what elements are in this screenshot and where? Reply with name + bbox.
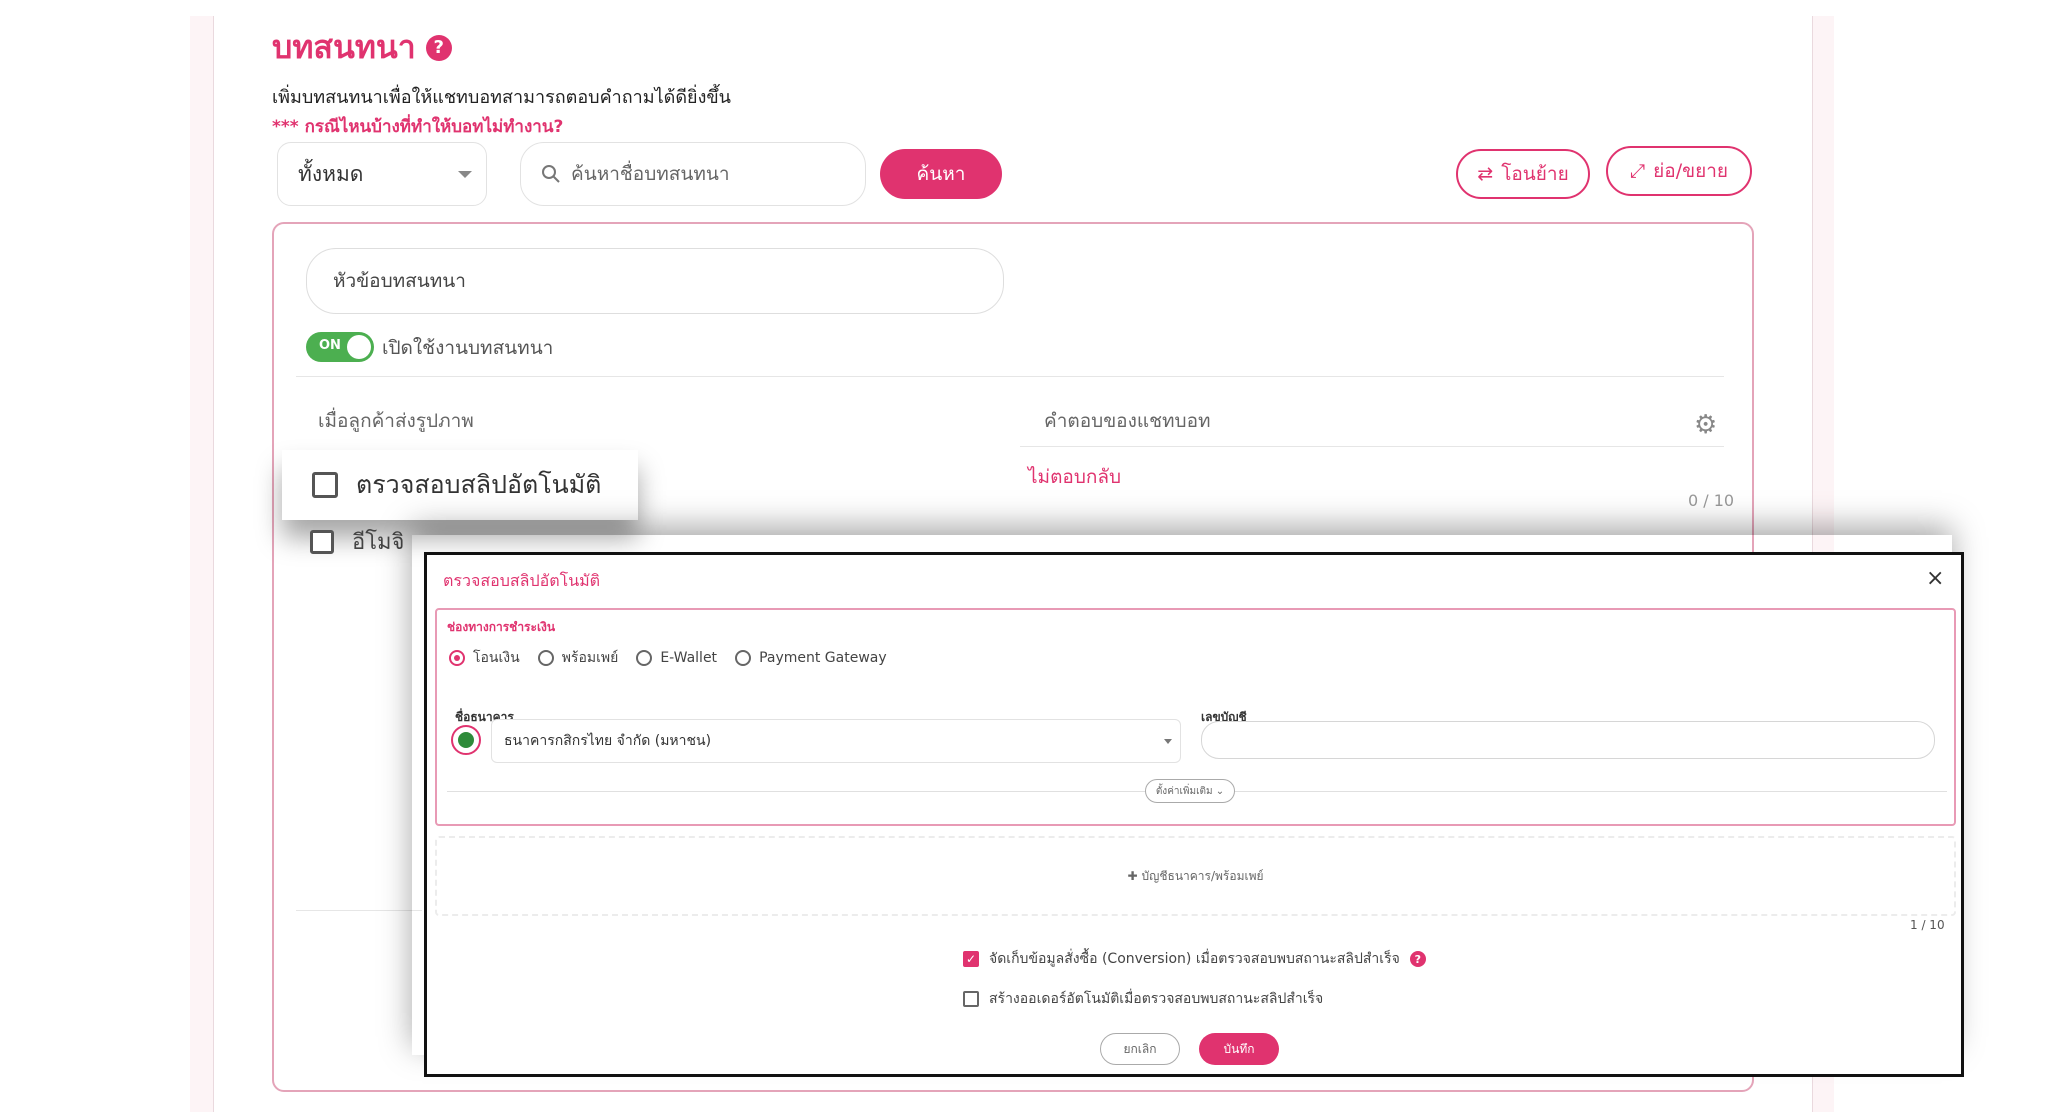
close-icon[interactable]: × (1926, 568, 1944, 590)
radio-icon[interactable] (537, 650, 554, 666)
filter-select-value: ทั้งหมด (298, 161, 364, 186)
payment-option-label: Payment Gateway (759, 650, 887, 666)
account-counter: 1 / 10 (1910, 918, 1945, 932)
trigger-column-header: เมื่อลูกค้าส่งรูปภาพ (318, 410, 474, 432)
left-page-strip (190, 16, 214, 1112)
cancel-button[interactable]: ยกเลิก (1100, 1033, 1180, 1065)
conversion-option[interactable]: ✓ จัดเก็บข้อมูลสั่งซื้อ (Conversion) เมื… (963, 948, 1426, 970)
bottom-divider (296, 910, 422, 911)
payment-option-label: E-Wallet (660, 650, 718, 666)
account-number-input[interactable] (1201, 721, 1935, 759)
emoji-label: อีโมจิ (352, 530, 405, 555)
add-account-label: บัญชีธนาคาร/พร้อมเพย์ (1141, 868, 1264, 883)
payment-option-promptpay[interactable]: พร้อมเพย์ (537, 647, 619, 669)
search-icon (542, 165, 560, 183)
bank-select-value: ธนาคารกสิกรไทย จำกัด (มหาชน) (504, 733, 712, 749)
toggle-state-label: ON (319, 338, 341, 353)
payment-option-label: พร้อมเพย์ (561, 650, 619, 666)
payment-option-transfer[interactable]: โอนเงิน (449, 647, 520, 669)
divider (296, 376, 1724, 377)
search-input[interactable]: ค้นหาชื่อบทสนทนา (520, 142, 866, 206)
chevron-down-icon (1164, 739, 1172, 744)
search-button[interactable]: ค้นหา (880, 149, 1002, 199)
resize-button-label: ย่อ/ขยาย (1653, 160, 1729, 182)
gear-icon[interactable]: ⚙ (1694, 412, 1717, 438)
resize-button[interactable]: ⤢ ย่อ/ขยาย (1606, 146, 1752, 196)
page-subtitle: เพิ่มบทสนทนาเพื่อให้แชทบอทสามารถตอบคำถาม… (272, 87, 731, 108)
payment-option-label: โอนเงิน (473, 650, 520, 666)
response-counter: 0 / 10 (1688, 491, 1735, 510)
move-button-label: โอนย้าย (1501, 163, 1569, 185)
add-account-button[interactable]: ✚ บัญชีธนาคาร/พร้อมเพย์ (435, 836, 1956, 916)
no-reply-text: ไม่ตอบกลับ (1028, 466, 1122, 488)
slip-check-label: ตรวจสอบสลิปอัตโนมัติ (356, 470, 602, 499)
payment-channel-label: ช่องทางการชำระเงิน (447, 620, 556, 634)
topic-input[interactable]: หัวข้อบทสนทนา (306, 248, 1004, 314)
response-column-header: คำตอบของแชทบอท (1044, 410, 1211, 432)
move-button[interactable]: ⇄ โอนย้าย (1456, 149, 1590, 199)
payment-options: โอนเงิน พร้อมเพย์ E-Wallet Payment Gatew… (449, 647, 887, 669)
checkbox-icon[interactable]: ✓ (963, 951, 979, 967)
chevron-down-icon (458, 171, 472, 178)
page-title: บทสนทนา ? (272, 22, 452, 73)
dialog-title: ตรวจสอบสลิปอัตโนมัติ (443, 571, 601, 590)
enable-conversation-toggle[interactable]: ON (306, 332, 374, 362)
conversion-option-label: จัดเก็บข้อมูลสั่งซื้อ (Conversion) เมื่อ… (989, 951, 1400, 967)
checkbox-icon[interactable] (310, 529, 334, 554)
radio-icon[interactable] (735, 650, 752, 666)
help-icon[interactable]: ? (425, 34, 452, 61)
slip-check-dialog: ตรวจสอบสลิปอัตโนมัติ × ช่องทางการชำระเงิ… (424, 552, 1964, 1077)
search-placeholder: ค้นหาชื่อบทสนทนา (571, 163, 730, 185)
auto-order-option[interactable]: สร้างออเดอร์อัตโนมัติเมื่อตรวจสอบพบสถานะ… (963, 988, 1323, 1010)
toggle-knob (347, 335, 371, 359)
emoji-option[interactable]: อีโมจิ (310, 524, 404, 559)
radio-icon[interactable] (449, 650, 465, 666)
save-button[interactable]: บันทึก (1199, 1033, 1279, 1065)
toggle-label: เปิดใช้งานบทสนทนา (382, 337, 554, 359)
more-settings-button[interactable]: ตั้งค่าเพิ่มเติม ⌄ (1145, 779, 1235, 803)
topic-placeholder: หัวข้อบทสนทนา (333, 270, 466, 292)
bank-select[interactable]: ธนาคารกสิกรไทย จำกัด (มหาชน) (491, 719, 1181, 763)
bank-logo-icon (451, 725, 481, 755)
why-bot-not-working-link[interactable]: *** กรณีไหนบ้างที่ทำให้บอทไม่ทำงาน? (272, 113, 563, 140)
filter-select[interactable]: ทั้งหมด (277, 142, 487, 206)
plus-icon: ✚ (1127, 869, 1138, 883)
swap-icon: ⇄ (1477, 163, 1494, 185)
payment-option-ewallet[interactable]: E-Wallet (636, 647, 717, 669)
checkbox-icon[interactable] (312, 472, 338, 498)
expand-icon: ⤢ (1629, 160, 1646, 182)
radio-icon[interactable] (636, 650, 653, 666)
slip-check-option[interactable]: ตรวจสอบสลิปอัตโนมัติ (282, 450, 638, 520)
payment-option-gateway[interactable]: Payment Gateway (735, 647, 887, 669)
checkbox-icon[interactable] (963, 991, 979, 1007)
auto-order-option-label: สร้างออเดอร์อัตโนมัติเมื่อตรวจสอบพบสถานะ… (989, 991, 1324, 1007)
response-header-divider (1020, 446, 1724, 447)
help-icon[interactable]: ? (1409, 951, 1426, 967)
page-title-text: บทสนทนา (272, 28, 416, 66)
